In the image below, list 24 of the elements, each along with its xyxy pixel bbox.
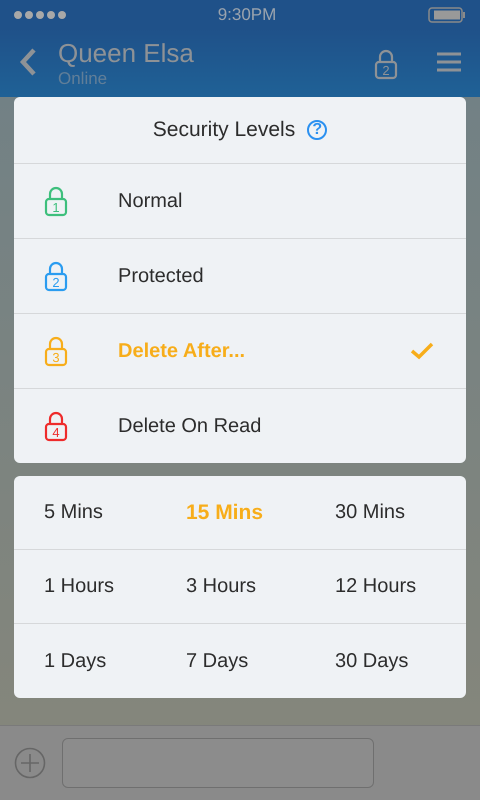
checkmark-icon <box>410 342 434 360</box>
duration-option[interactable]: 30 Mins <box>309 476 466 550</box>
duration-option[interactable]: 1 Days <box>14 624 157 698</box>
security-level-item[interactable]: 4 Delete On Read <box>14 389 466 463</box>
security-level-item[interactable]: 2 Protected <box>14 239 466 314</box>
security-level-label: Protected <box>118 264 205 288</box>
add-icon[interactable] <box>14 747 46 779</box>
duration-option[interactable]: 30 Days <box>309 624 466 698</box>
duration-option[interactable]: 12 Hours <box>309 550 466 624</box>
duration-option[interactable]: 1 Hours <box>14 550 157 624</box>
contact-name: Queen Elsa <box>58 40 195 66</box>
duration-option[interactable]: 5 Mins <box>14 476 157 550</box>
signal-icon <box>14 11 66 19</box>
security-level-label: Normal <box>118 190 184 212</box>
duration-option[interactable]: 7 Days <box>157 624 309 698</box>
duration-option[interactable]: 3 Hours <box>157 550 309 624</box>
security-levels-title: Security Levels <box>152 118 296 142</box>
battery-icon <box>428 7 466 23</box>
security-level-item[interactable]: 1 Normal <box>14 164 466 239</box>
message-input-field[interactable] <box>62 738 374 788</box>
security-level-label: Delete On Read <box>118 414 262 438</box>
contact-status: Online <box>58 70 108 87</box>
security-level-label: Delete After... <box>118 340 246 362</box>
status-time: 9:30PM <box>218 5 276 25</box>
